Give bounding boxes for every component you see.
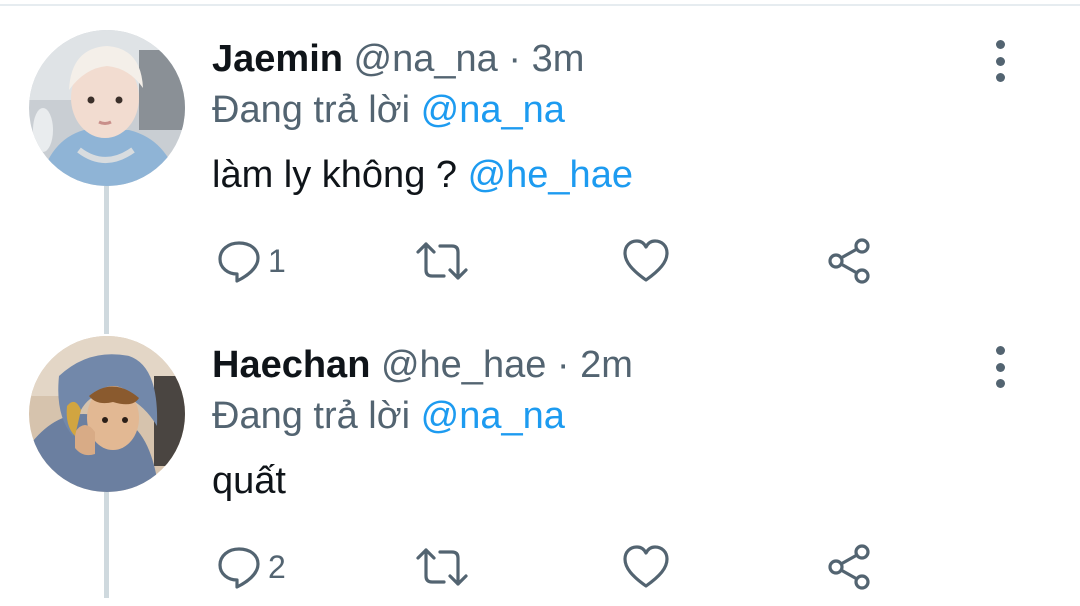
user-handle[interactable]: @na_na: [354, 38, 498, 80]
more-options-button[interactable]: [980, 342, 1020, 392]
separator: ·: [556, 344, 570, 386]
replying-to-mention[interactable]: @na_na: [421, 395, 565, 437]
share-icon: [828, 544, 870, 590]
replying-to-mention[interactable]: @na_na: [421, 89, 565, 131]
like-icon: [623, 239, 669, 282]
avatar[interactable]: [29, 30, 185, 186]
reply-count: 2: [268, 548, 286, 585]
retweet-icon: [416, 242, 468, 280]
replying-to: Đang trả lời @na_na: [212, 88, 565, 132]
timestamp[interactable]: 2m: [580, 344, 633, 386]
display-name[interactable]: Jaemin: [212, 38, 343, 80]
reply-count: 1: [268, 242, 286, 279]
avatar[interactable]: [29, 336, 185, 492]
user-handle[interactable]: @he_hae: [381, 344, 546, 386]
share-button[interactable]: [826, 236, 874, 286]
retweet-icon: [416, 548, 468, 586]
more-options-icon: [995, 40, 1005, 49]
user-avatar-jaemin-icon: [29, 30, 185, 186]
share-button[interactable]: [826, 542, 874, 592]
more-options-button[interactable]: [980, 36, 1020, 86]
like-button[interactable]: [622, 236, 670, 286]
more-options-icon-dot: [995, 73, 1005, 82]
tweet-mention[interactable]: @he_hae: [468, 154, 633, 196]
tweet-header: Haechan @he_hae · 2m: [212, 343, 633, 387]
reply-button[interactable]: 1: [216, 236, 286, 286]
replying-to-label: Đang trả lời: [212, 395, 411, 437]
more-options-icon-dot: [995, 56, 1005, 66]
tweet-text: quất: [212, 459, 286, 503]
separator: ·: [508, 38, 521, 80]
tweet[interactable]: Haechan @he_hae · 2m Đang trả lời @na_na…: [0, 306, 1080, 606]
user-avatar-haechan-icon: [29, 336, 185, 492]
reply-icon: [218, 547, 260, 589]
retweet-button[interactable]: [414, 542, 470, 592]
more-options-icon-dot: [995, 379, 1005, 388]
like-button[interactable]: [622, 542, 670, 592]
tweet-text-body: làm ly không ?: [212, 154, 468, 196]
replying-to: Đang trả lời @na_na: [212, 394, 565, 438]
reply-button[interactable]: 2: [216, 542, 286, 592]
more-options-icon-dot: [995, 362, 1005, 372]
reply-icon: [218, 241, 260, 283]
tweet-text-body: quất: [212, 460, 286, 502]
display-name[interactable]: Haechan: [212, 344, 370, 386]
like-icon: [623, 545, 669, 588]
tweet[interactable]: Jaemin @na_na · 3m Đang trả lời @na_na l…: [0, 0, 1080, 300]
retweet-button[interactable]: [414, 236, 470, 286]
share-icon: [828, 238, 870, 284]
replying-to-label: Đang trả lời: [212, 89, 411, 131]
tweet-header: Jaemin @na_na · 3m: [212, 37, 584, 81]
tweet-text: làm ly không ? @he_hae: [212, 153, 633, 197]
timestamp[interactable]: 3m: [532, 38, 585, 80]
more-options-icon: [995, 346, 1005, 355]
